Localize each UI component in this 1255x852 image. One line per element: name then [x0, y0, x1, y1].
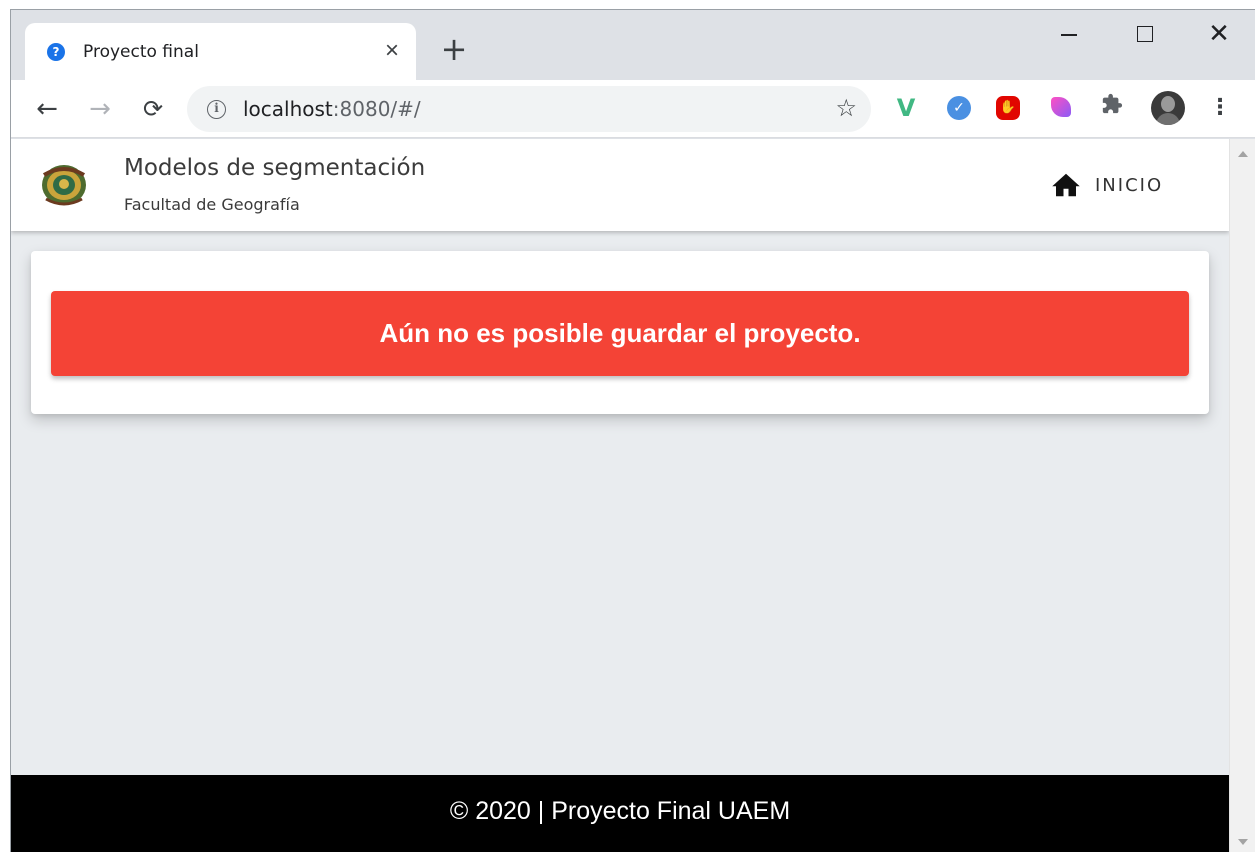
maximize-button[interactable] [1118, 18, 1168, 50]
bookmark-star-icon[interactable]: ☆ [835, 94, 857, 122]
url-host: localhost [243, 97, 333, 121]
alert-message: Aún no es posible guardar el proyecto. [379, 318, 861, 348]
minimize-button[interactable] [1043, 18, 1093, 50]
back-button[interactable]: ← [31, 93, 63, 125]
app-title: Modelos de segmentación [124, 155, 426, 181]
forward-button[interactable]: → [84, 93, 116, 125]
scroll-down-arrow-icon[interactable] [1238, 839, 1248, 845]
help-circle-icon: ? [47, 43, 65, 61]
pen-extension-icon[interactable] [1051, 97, 1071, 117]
footer-text: © 2020 | Proyecto Final UAEM [449, 796, 791, 825]
new-tab-button[interactable]: + [436, 32, 472, 68]
tab-strip: ? Proyecto final × + ✕ [11, 10, 1255, 81]
home-button[interactable]: INICIO [1039, 167, 1175, 203]
vertical-scrollbar[interactable] [1229, 139, 1255, 852]
home-label: INICIO [1095, 174, 1164, 196]
tab-title: Proyecto final [83, 42, 199, 62]
url-text[interactable]: localhost:8080/#/ [243, 97, 421, 121]
reload-button[interactable]: ⟳ [137, 93, 169, 125]
page-footer: © 2020 | Proyecto Final UAEM [11, 775, 1229, 852]
window-close-button[interactable]: ✕ [1194, 18, 1244, 50]
app-bar: Modelos de segmentación Facultad de Geog… [11, 139, 1229, 231]
app-subtitle: Facultad de Geografía [124, 195, 300, 214]
profile-avatar[interactable] [1151, 91, 1185, 125]
address-bar[interactable]: i localhost:8080/#/ ☆ [187, 86, 871, 132]
url-path: :8080/#/ [332, 97, 421, 121]
puzzle-icon[interactable] [1099, 93, 1125, 119]
stop-extension-icon[interactable]: ✋ [996, 96, 1020, 120]
home-icon [1052, 173, 1080, 197]
tab-proyecto-final[interactable]: ? Proyecto final × [25, 23, 416, 81]
university-logo [38, 161, 90, 209]
browser-toolbar: ← → ⟳ i localhost:8080/#/ ☆ ✓ ✋ ⋮ [11, 80, 1255, 138]
browser-menu-icon[interactable]: ⋮ [1209, 93, 1231, 125]
vue-devtools-icon[interactable] [893, 95, 919, 121]
page-viewport: Modelos de segmentación Facultad de Geog… [11, 139, 1229, 852]
error-alert: Aún no es posible guardar el proyecto. [51, 291, 1189, 376]
scroll-up-arrow-icon[interactable] [1238, 151, 1248, 157]
content-card: Aún no es posible guardar el proyecto. [31, 251, 1209, 414]
shield-extension-icon[interactable]: ✓ [947, 96, 971, 120]
close-tab-icon[interactable]: × [378, 37, 406, 65]
info-icon[interactable]: i [207, 100, 226, 119]
browser-window: ? Proyecto final × + ✕ ← → ⟳ i localhost… [10, 9, 1255, 852]
